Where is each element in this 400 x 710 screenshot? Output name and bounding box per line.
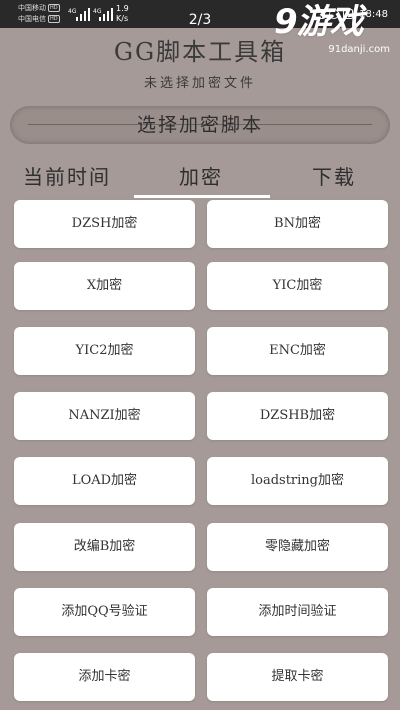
card-label: YIC加密 (272, 278, 323, 293)
zero-hide-encrypt-button[interactable]: 零隐藏加密 (207, 523, 388, 571)
card-label: ENC加密 (269, 343, 326, 358)
card-label: 添加QQ号验证 (61, 604, 148, 619)
carrier-1-label: 中国移动 (18, 4, 46, 12)
file-status: 未选择加密文件 (143, 76, 256, 91)
card-label: 零隐藏加密 (264, 539, 330, 554)
load-encrypt-button[interactable]: LOAD加密 (14, 457, 195, 505)
hd-badge: HD (48, 4, 60, 12)
tab-encrypt[interactable]: 加密 (134, 158, 268, 198)
select-script-button[interactable]: 选择加密脚本 (10, 106, 390, 144)
signal-icon (99, 7, 115, 21)
card-label: X加密 (86, 278, 123, 293)
modified-b-encrypt-button[interactable]: 改编B加密 (14, 523, 195, 571)
add-time-verify-button[interactable]: 添加时间验证 (207, 588, 388, 636)
page-indicator: 2/3 (188, 12, 212, 28)
card-label: DZSHB加密 (259, 408, 336, 423)
tab-download[interactable]: 下载 (268, 158, 400, 198)
yic2-encrypt-button[interactable]: YIC2加密 (14, 327, 195, 375)
extract-card-key-button[interactable]: 提取卡密 (207, 653, 388, 701)
nanzi-encrypt-button[interactable]: NANZI加密 (14, 392, 195, 440)
add-qq-verify-button[interactable]: 添加QQ号验证 (14, 588, 195, 636)
card-label: LOAD加密 (71, 473, 138, 488)
speed-value: 1.9 (116, 4, 129, 13)
carrier-1: 中国移动 HD (18, 4, 60, 13)
speed-unit: K/s (116, 14, 129, 23)
card-label: 添加时间验证 (258, 604, 337, 619)
signal-icon (76, 7, 92, 21)
add-card-key-button[interactable]: 添加卡密 (14, 653, 195, 701)
tab-bar: 当前时间 加密 下载 (0, 158, 400, 198)
tab-current-time[interactable]: 当前时间 (0, 158, 134, 198)
card-label: DZSH加密 (71, 216, 138, 231)
network-speed: 1.9 K/s (116, 4, 129, 24)
card-label: 添加卡密 (78, 669, 131, 684)
loadstring-encrypt-button[interactable]: loadstring加密 (207, 457, 388, 505)
yic-encrypt-button[interactable]: YIC加密 (207, 262, 388, 310)
select-script-label: 选择加密脚本 (136, 114, 263, 136)
card-label: 提取卡密 (271, 669, 324, 684)
card-label: NANZI加密 (68, 408, 141, 423)
hd-badge: HD (48, 15, 60, 23)
dzsh-encrypt-button[interactable]: DZSH加密 (14, 200, 195, 248)
card-label: loadstring加密 (250, 473, 345, 488)
dzshb-encrypt-button[interactable]: DZSHB加密 (207, 392, 388, 440)
x-encrypt-button[interactable]: X加密 (14, 262, 195, 310)
carrier-2-label: 中国电信 (18, 15, 46, 23)
card-label: YIC2加密 (75, 343, 134, 358)
card-label: BN加密 (274, 216, 321, 231)
carrier-2: 中国电信 HD (18, 15, 60, 24)
enc-encrypt-button[interactable]: ENC加密 (207, 327, 388, 375)
card-label: 改编B加密 (73, 539, 136, 554)
bn-encrypt-button[interactable]: BN加密 (207, 200, 388, 248)
app-title: GG脚本工具箱 (113, 38, 287, 66)
encryption-options-grid: DZSH加密 BN加密 X加密 YIC加密 YIC2加密 ENC加密 NANZI… (0, 198, 400, 710)
